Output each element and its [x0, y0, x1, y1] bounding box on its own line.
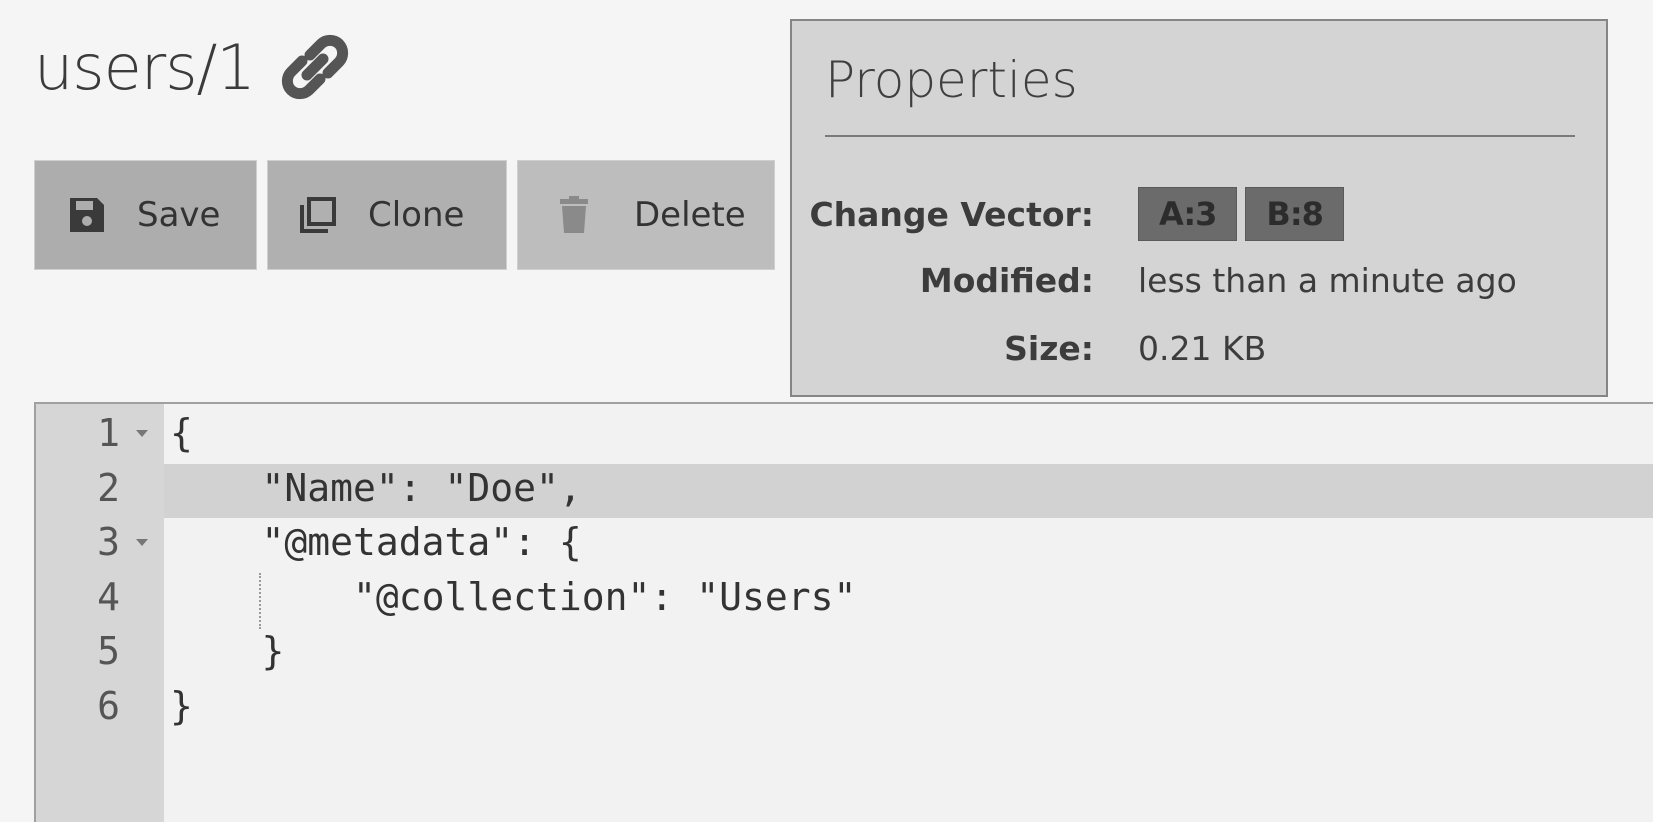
- change-vector-label: Change Vector:: [809, 194, 1094, 234]
- properties-title: Properties: [825, 51, 1078, 109]
- clone-icon: [300, 197, 336, 233]
- modified-row: Modified: less than a minute ago: [792, 255, 1610, 305]
- editor-gutter: 1 2 3 4 5 6: [36, 404, 164, 822]
- line-number: 6: [97, 683, 120, 728]
- code-line[interactable]: "Name": "Doe",: [170, 466, 582, 510]
- delete-label: Delete: [634, 195, 746, 235]
- page-title: users/1: [34, 30, 256, 104]
- line-number: 4: [97, 574, 120, 619]
- change-vector-badge: A:3: [1138, 187, 1238, 241]
- document-header: users/1: [34, 22, 353, 112]
- line-number: 5: [97, 629, 120, 673]
- json-editor[interactable]: 1 2 3 4 5 6 { "Name": "Doe", "@metadata": { "…: [34, 402, 1653, 822]
- properties-panel: Properties Change Vector: A:3 B:8 Modifi…: [790, 19, 1608, 397]
- size-value: 0.21 KB: [1138, 328, 1267, 368]
- save-label: Save: [137, 195, 221, 235]
- fold-arrow-icon[interactable]: [136, 539, 148, 546]
- fold-arrow-icon[interactable]: [136, 430, 148, 437]
- code-line[interactable]: }: [170, 684, 193, 728]
- code-line[interactable]: {: [170, 411, 193, 455]
- size-row: Size: 0.21 KB: [792, 323, 1610, 373]
- floppy-disk-icon: [70, 198, 104, 232]
- editor-code-area[interactable]: { "Name": "Doe", "@metadata": { "@collec…: [164, 404, 1653, 822]
- change-vector-row: Change Vector: A:3 B:8: [792, 187, 1610, 241]
- code-line[interactable]: "@metadata": {: [170, 520, 582, 564]
- change-vector-values: A:3 B:8: [1138, 187, 1344, 241]
- clone-button[interactable]: Clone: [267, 160, 507, 270]
- line-number: 1: [97, 411, 120, 455]
- document-editor-page: users/1 Save Clone Delete Properties Cha…: [0, 0, 1653, 822]
- modified-value: less than a minute ago: [1138, 260, 1517, 300]
- change-vector-badge: B:8: [1245, 187, 1344, 241]
- line-number: 3: [97, 520, 120, 564]
- modified-label: Modified:: [919, 260, 1094, 300]
- code-line[interactable]: }: [170, 629, 285, 673]
- document-toolbar: Save Clone Delete: [34, 160, 775, 270]
- trash-icon: [560, 196, 588, 233]
- properties-divider: [825, 135, 1575, 137]
- save-button[interactable]: Save: [34, 160, 257, 270]
- link-icon[interactable]: [277, 29, 353, 105]
- code-line[interactable]: "@collection": "Users": [170, 575, 856, 619]
- clone-label: Clone: [368, 195, 465, 235]
- size-label: Size:: [1004, 328, 1094, 368]
- line-number: 2: [97, 465, 120, 510]
- indent-guide: [259, 572, 261, 629]
- delete-button[interactable]: Delete: [517, 160, 775, 270]
